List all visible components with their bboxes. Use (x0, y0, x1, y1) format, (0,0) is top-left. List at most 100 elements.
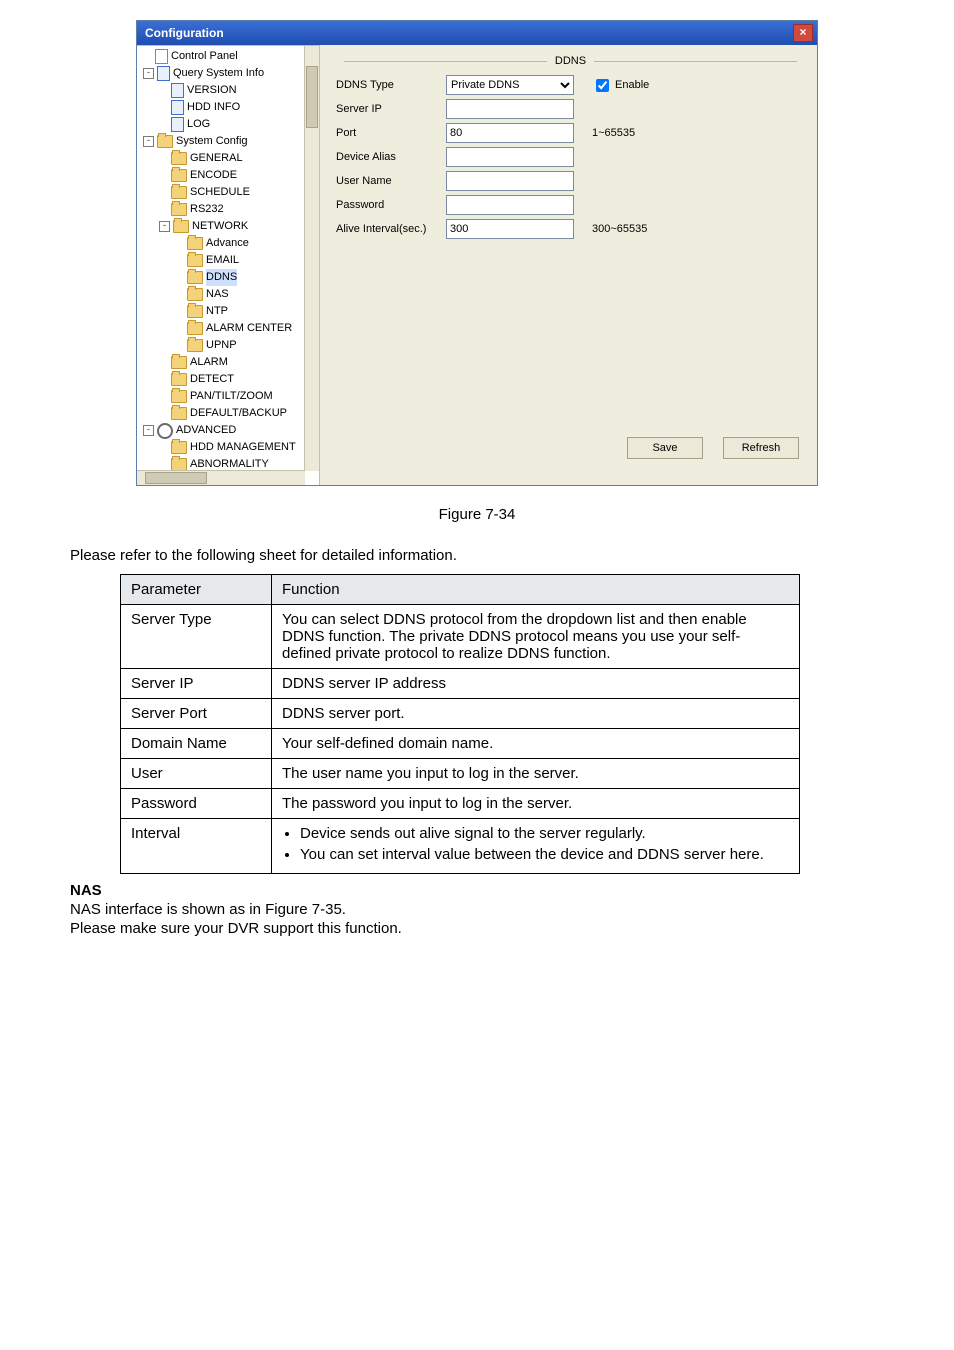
folder-icon (187, 237, 203, 250)
function-cell: The user name you input to log in the se… (272, 759, 800, 789)
tree-system-config[interactable]: -System Config GENERAL ENCODE SCHEDULE R… (141, 133, 319, 422)
tree-ddns[interactable]: DDNS (173, 269, 319, 286)
tree-general[interactable]: GENERAL (157, 150, 319, 167)
node-icon (157, 66, 170, 81)
port-input[interactable] (446, 123, 574, 143)
nas-line2: Please make sure your DVR support this f… (70, 920, 884, 937)
table-row: Server PortDDNS server port. (121, 699, 800, 729)
tree-network[interactable]: -NETWORK Advance EMAIL DDNS NAS NTP ALAR… (157, 218, 319, 354)
row-port: Port 1~65535 (336, 121, 805, 145)
ddns-type-label: DDNS Type (336, 79, 446, 91)
tree-alarm[interactable]: ALARM (157, 354, 319, 371)
folder-icon (171, 356, 187, 369)
table-row: Server IPDDNS server IP address (121, 669, 800, 699)
param-cell: Domain Name (121, 729, 272, 759)
tree-alarm-center[interactable]: ALARM CENTER (173, 320, 319, 337)
enable-checkbox[interactable] (596, 79, 609, 92)
table-row: Domain NameYour self-defined domain name… (121, 729, 800, 759)
minus-icon[interactable]: - (143, 136, 154, 147)
configuration-window: Configuration × Control Panel -Query Sys… (136, 20, 818, 486)
server-ip-label: Server IP (336, 103, 446, 115)
save-button[interactable]: Save (627, 437, 703, 459)
tree-root[interactable]: Control Panel (141, 48, 319, 65)
legend-row: DDNS (336, 55, 805, 67)
tree-ptz[interactable]: PAN/TILT/ZOOM (157, 388, 319, 405)
tree-vertical-scrollbar[interactable] (304, 46, 319, 471)
folder-icon (187, 271, 203, 284)
function-cell: The password you input to log in the ser… (272, 789, 800, 819)
tree-version[interactable]: VERSION (157, 82, 319, 99)
tree-query-system-info[interactable]: -Query System Info VERSION HDD INFO LOG (141, 65, 319, 133)
node-icon (171, 83, 184, 98)
ddns-type-select[interactable]: Private DDNS (446, 75, 574, 95)
parameter-table: Parameter Function Server TypeYou can se… (120, 574, 800, 874)
row-server-ip: Server IP (336, 97, 805, 121)
function-cell: DDNS server IP address (272, 669, 800, 699)
refresh-button[interactable]: Refresh (723, 437, 799, 459)
minus-icon[interactable]: - (143, 68, 154, 79)
panel-icon (155, 49, 168, 64)
tree-nas-node[interactable]: NAS (173, 286, 319, 303)
tree-encode[interactable]: ENCODE (157, 167, 319, 184)
tree-log[interactable]: LOG (157, 116, 319, 133)
minus-icon[interactable]: - (159, 221, 170, 232)
folder-icon (187, 288, 203, 301)
enable-label: Enable (615, 79, 649, 91)
close-button[interactable]: × (793, 24, 813, 42)
user-name-input[interactable] (446, 171, 574, 191)
button-row: Save Refresh (627, 437, 799, 459)
function-cell: You can select DDNS protocol from the dr… (272, 605, 800, 669)
figure-caption: Figure 7-34 (70, 506, 884, 523)
row-interval: Alive Interval(sec.) 300~65535 (336, 217, 805, 241)
table-row: Server TypeYou can select DDNS protocol … (121, 605, 800, 669)
tree-detect[interactable]: DETECT (157, 371, 319, 388)
nas-title: NAS (70, 882, 884, 899)
table-header-row: Parameter Function (121, 575, 800, 605)
folder-icon (157, 135, 173, 148)
table-row: IntervalDevice sends out alive signal to… (121, 819, 800, 874)
tree-horizontal-scrollbar[interactable] (137, 470, 305, 485)
param-cell: Server IP (121, 669, 272, 699)
port-range: 1~65535 (592, 127, 635, 139)
folder-icon (171, 186, 187, 199)
port-label: Port (336, 127, 446, 139)
tree-hdd-management[interactable]: HDD MANAGEMENT (157, 439, 319, 456)
node-icon (171, 117, 184, 132)
header-parameter: Parameter (121, 575, 272, 605)
tree-hdd-info[interactable]: HDD INFO (157, 99, 319, 116)
password-label: Password (336, 199, 446, 211)
tree-pane: Control Panel -Query System Info VERSION… (137, 45, 320, 485)
password-input[interactable] (446, 195, 574, 215)
tree-upnp[interactable]: UPNP (173, 337, 319, 354)
folder-icon (187, 322, 203, 335)
server-ip-input[interactable] (446, 99, 574, 119)
param-cell: Password (121, 789, 272, 819)
function-cell: Device sends out alive signal to the ser… (272, 819, 800, 874)
folder-icon (171, 373, 187, 386)
row-device-alias: Device Alias (336, 145, 805, 169)
tree-advance[interactable]: Advance (173, 235, 319, 252)
folder-icon (171, 169, 187, 182)
interval-input[interactable] (446, 219, 574, 239)
folder-icon (173, 220, 189, 233)
tree-rs232[interactable]: RS232 (157, 201, 319, 218)
minus-icon[interactable]: - (143, 425, 154, 436)
enable-wrapper[interactable]: Enable (592, 76, 649, 95)
device-alias-input[interactable] (446, 147, 574, 167)
folder-icon (171, 441, 187, 454)
function-bullet: You can set interval value between the d… (300, 846, 789, 863)
function-cell: Your self-defined domain name. (272, 729, 800, 759)
interval-label: Alive Interval(sec.) (336, 223, 446, 235)
row-password: Password (336, 193, 805, 217)
node-icon (171, 100, 184, 115)
tree-schedule[interactable]: SCHEDULE (157, 184, 319, 201)
row-user-name: User Name (336, 169, 805, 193)
row-ddns-type: DDNS Type Private DDNS Enable (336, 73, 805, 97)
tree-email[interactable]: EMAIL (173, 252, 319, 269)
window-body: Control Panel -Query System Info VERSION… (137, 45, 817, 485)
folder-icon (187, 305, 203, 318)
folder-icon (171, 407, 187, 420)
function-bullet: Device sends out alive signal to the ser… (300, 825, 789, 842)
tree-ntp[interactable]: NTP (173, 303, 319, 320)
tree-default-backup[interactable]: DEFAULT/BACKUP (157, 405, 319, 422)
